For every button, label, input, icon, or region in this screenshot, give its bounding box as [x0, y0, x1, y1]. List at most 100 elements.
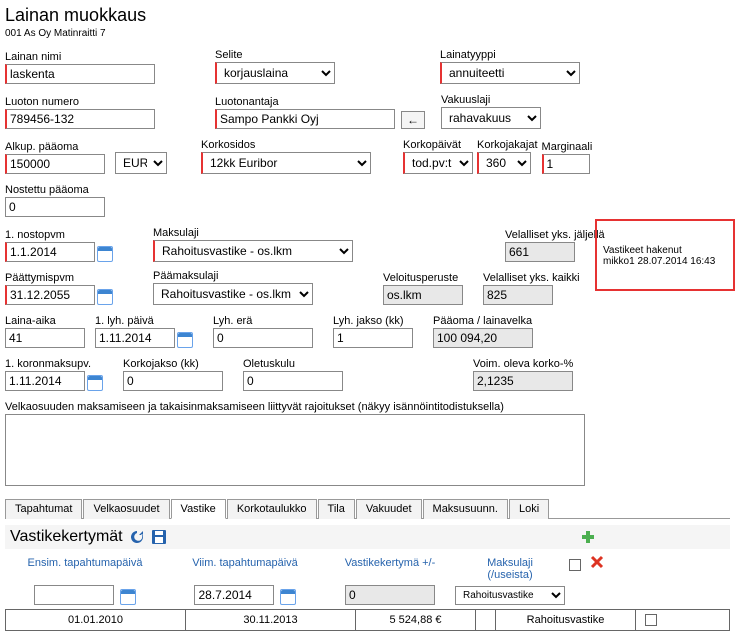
koronmaksu-label: 1. koronmaksupv. — [5, 358, 103, 370]
page-subtitle: 001 As Oy Matinraitti 7 — [5, 28, 730, 39]
lyhera-label: Lyh. erä — [213, 315, 313, 327]
veloitus-input — [383, 285, 463, 305]
oletuskulu-label: Oletuskulu — [243, 358, 343, 370]
refresh-icon[interactable] — [129, 529, 145, 545]
jaljella-label: Velalliset yks. jäljellä — [505, 229, 605, 241]
oletuskulu-input[interactable] — [243, 371, 343, 391]
maksulaji-label: Maksulaji — [153, 227, 353, 239]
voimkorko-label: Voim. oleva korko-% — [473, 358, 573, 370]
tab-vakuudet[interactable]: Vakuudet — [356, 499, 422, 519]
korkijakso-input[interactable] — [123, 371, 223, 391]
table-row: 01.01.2010 30.11.2013 5 524,88 € Rahoitu… — [5, 609, 730, 631]
calendar-icon[interactable] — [87, 375, 103, 391]
paamaks-select[interactable]: Rahoitusvastike - os.lkm — [153, 283, 313, 305]
lainaaika-label: Laina-aika — [5, 315, 85, 327]
currency-select[interactable]: EUR — [115, 152, 167, 174]
col-viim: Viim. tapahtumapäivä — [165, 555, 325, 571]
highlight-box: Vastikeet hakenut mikko1 28.07.2014 16:4… — [595, 219, 735, 291]
numero-input[interactable] — [5, 109, 155, 129]
col-maksulaji: Maksulaji(/useista) — [455, 555, 565, 583]
nostettu-input[interactable] — [5, 197, 105, 217]
cell-maksulaji: Rahoitusvastike — [496, 610, 636, 630]
kertyma-input — [345, 585, 435, 605]
tab-loki[interactable]: Loki — [509, 499, 549, 519]
maksulaji-row-select[interactable]: Rahoitusvastike — [455, 586, 565, 605]
antaja-label: Luotonantaja — [215, 96, 425, 108]
col-ensim: Ensim. tapahtumapäivä — [5, 555, 165, 571]
save-icon[interactable] — [151, 529, 167, 545]
lainaaika-input[interactable] — [5, 328, 85, 348]
veloitus-label: Veloitusperuste — [383, 272, 463, 284]
tab-tapahtumat[interactable]: Tapahtumat — [5, 499, 82, 519]
cell-ensim: 01.01.2010 — [6, 610, 186, 630]
antaja-input[interactable] — [215, 109, 395, 129]
cell-kertyma: 5 524,88 € — [356, 610, 476, 630]
korkojakajat-select[interactable]: 360 — [477, 152, 531, 174]
paatty-input[interactable] — [5, 285, 95, 305]
textarea-label: Velkaosuuden maksamiseen ja takaisinmaks… — [5, 401, 730, 413]
korkopaivat-select[interactable]: tod.pv:t — [403, 152, 473, 174]
hakenut-value: mikko1 28.07.2014 16:43 — [603, 256, 727, 267]
lainatyyppi-label: Lainatyyppi — [440, 49, 580, 61]
hakenut-label: Vastikeet hakenut — [603, 245, 727, 256]
tab-maksusuunn[interactable]: Maksusuunn. — [423, 499, 508, 519]
add-icon[interactable] — [581, 530, 595, 544]
vakuus-select[interactable]: rahavakuus — [441, 107, 541, 129]
back-button[interactable]: ← — [401, 111, 425, 129]
calendar-icon[interactable] — [177, 332, 193, 348]
kaikki-input — [483, 285, 553, 305]
numero-label: Luoton numero — [5, 96, 155, 108]
paaoma-input[interactable] — [5, 154, 105, 174]
cell-checkbox — [636, 610, 666, 630]
paaomavelka-input — [433, 328, 533, 348]
header-checkbox[interactable] — [569, 559, 581, 571]
paaoma-label: Alkup. pääoma — [5, 141, 105, 153]
koronmaksu-input[interactable] — [5, 371, 85, 391]
paamaks-label: Päämaksulaji — [153, 270, 313, 282]
lyhpaiva-input[interactable] — [95, 328, 175, 348]
selite-label: Selite — [215, 49, 335, 61]
kaikki-label: Velalliset yks. kaikki — [483, 272, 580, 284]
maksulaji-select[interactable]: Rahoitusvastike - os.lkm — [153, 240, 353, 262]
tab-velkaosuudet[interactable]: Velkaosuudet — [83, 499, 169, 519]
delete-icon[interactable] — [585, 555, 609, 569]
lyhpaiva-label: 1. lyh. päivä — [95, 315, 193, 327]
name-label: Lainan nimi — [5, 51, 155, 63]
lyhjakso-input[interactable] — [333, 328, 413, 348]
calendar-icon[interactable] — [120, 589, 136, 605]
korkopaivat-label: Korkopäivät — [403, 139, 473, 151]
section-title: Vastikekertymät — [10, 528, 123, 546]
tab-korkotaulukko[interactable]: Korkotaulukko — [227, 499, 317, 519]
voimkorko-input — [473, 371, 573, 391]
calendar-icon[interactable] — [97, 246, 113, 262]
korkosidos-label: Korkosidos — [201, 139, 371, 151]
korkijakso-label: Korkojakso (kk) — [123, 358, 223, 370]
marginaali-label: Marginaali — [542, 141, 593, 153]
nostopvm-input[interactable] — [5, 242, 95, 262]
row-checkbox[interactable] — [645, 614, 657, 626]
korkosidos-select[interactable]: 12kk Euribor — [201, 152, 371, 174]
lyhera-input[interactable] — [213, 328, 313, 348]
tab-tila[interactable]: Tila — [318, 499, 355, 519]
tab-vastike[interactable]: Vastike — [171, 499, 226, 519]
calendar-icon[interactable] — [97, 289, 113, 305]
nostettu-label: Nostettu pääoma — [5, 184, 105, 196]
tabs: Tapahtumat Velkaosuudet Vastike Korkotau… — [5, 498, 730, 519]
name-input[interactable] — [5, 64, 155, 84]
selite-select[interactable]: korjauslaina — [215, 62, 335, 84]
cell-viim: 30.11.2013 — [186, 610, 356, 630]
paatty-label: Päättymispvm — [5, 272, 113, 284]
page-title: Lainan muokkaus — [5, 5, 730, 26]
marginaali-input[interactable] — [542, 154, 590, 174]
restrictions-textarea[interactable] — [5, 414, 585, 486]
ensim-input[interactable] — [34, 585, 114, 605]
lyhjakso-label: Lyh. jakso (kk) — [333, 315, 413, 327]
lainatyyppi-select[interactable]: annuiteetti — [440, 62, 580, 84]
vakuus-label: Vakuuslaji — [441, 94, 541, 106]
viim-input[interactable] — [194, 585, 274, 605]
cell-spacer — [476, 610, 496, 630]
paaomavelka-label: Pääoma / lainavelka — [433, 315, 533, 327]
calendar-icon[interactable] — [280, 589, 296, 605]
korkojakajat-label: Korkojakajat — [477, 139, 538, 151]
nostopvm-label: 1. nostopvm — [5, 229, 113, 241]
